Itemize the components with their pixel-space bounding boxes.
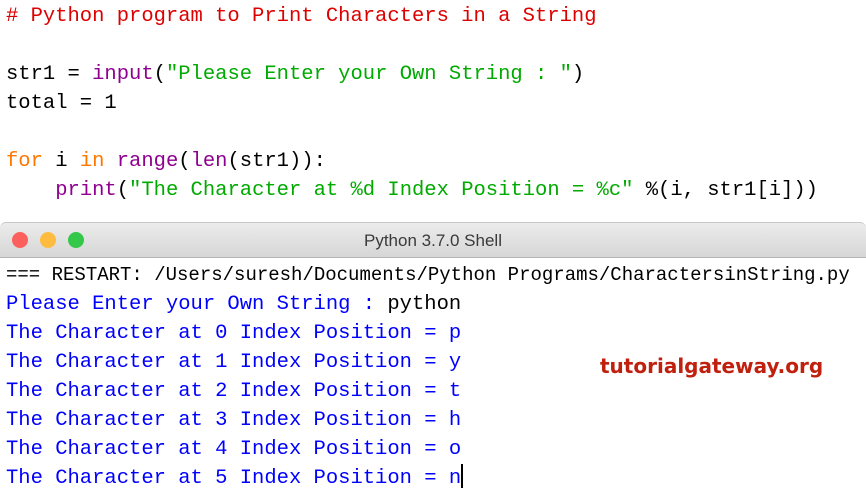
code-token: total = 1: [6, 92, 117, 115]
code-line: total = 1: [6, 89, 818, 118]
restart-line: === RESTART: /Users/suresh/Documents/Pyt…: [6, 264, 850, 286]
output-line: The Character at 2 Index Position = t: [6, 377, 850, 406]
window-title: Python 3.7.0 Shell: [364, 231, 502, 250]
output-text: The Character at 2 Index Position = t: [6, 380, 462, 403]
source-code[interactable]: # Python program to Print Characters in …: [6, 2, 818, 205]
code-token: "Please Enter your Own String : ": [165, 63, 572, 86]
output-text: The Character at 5 Index Position = n: [6, 467, 462, 490]
text-cursor: [461, 464, 464, 488]
output-line: The Character at 5 Index Position = n: [6, 464, 850, 493]
output-text: The Character at 3 Index Position = h: [6, 409, 462, 432]
code-token: range: [116, 150, 179, 173]
code-token: (: [116, 179, 130, 202]
code-line: str1 = input("Please Enter your Own Stri…: [6, 60, 818, 89]
user-input: python: [387, 293, 462, 316]
code-token: str1 =: [6, 63, 93, 86]
code-line: # Python program to Print Characters in …: [6, 2, 818, 31]
code-token: in: [79, 150, 105, 173]
watermark-logo: tutorialgateway.org: [600, 354, 824, 378]
output-text: The Character at 0 Index Position = p: [6, 322, 462, 345]
code-token: (: [178, 150, 191, 173]
code-token: for: [6, 150, 43, 173]
code-token: print: [55, 179, 117, 202]
output-line: The Character at 3 Index Position = h: [6, 406, 850, 435]
output-line: The Character at 4 Index Position = o: [6, 435, 850, 464]
code-token: len: [190, 150, 228, 173]
code-token: i: [42, 150, 80, 173]
code-line: for i in range(len(str1)):: [6, 147, 818, 176]
code-line: print("The Character at %d Index Positio…: [6, 176, 818, 205]
window-titlebar[interactable]: Python 3.7.0 Shell: [0, 222, 866, 258]
output-text: The Character at 4 Index Position = o: [6, 438, 462, 461]
prompt-text: Please Enter your Own String :: [6, 293, 388, 316]
output-text: The Character at 1 Index Position = y: [6, 351, 462, 374]
code-token: input: [92, 63, 154, 86]
code-token: "The Character at %d Index Position = %c…: [129, 179, 634, 202]
code-editor[interactable]: # Python program to Print Characters in …: [0, 0, 866, 214]
code-token: (: [153, 63, 166, 86]
code-token: # Python program to Print Characters in …: [6, 5, 597, 28]
code-token: (str1)):: [227, 150, 326, 173]
code-token: %(i, str1[i])): [633, 179, 818, 202]
output-line: The Character at 0 Index Position = p: [6, 319, 850, 348]
code-token: ): [571, 63, 585, 86]
